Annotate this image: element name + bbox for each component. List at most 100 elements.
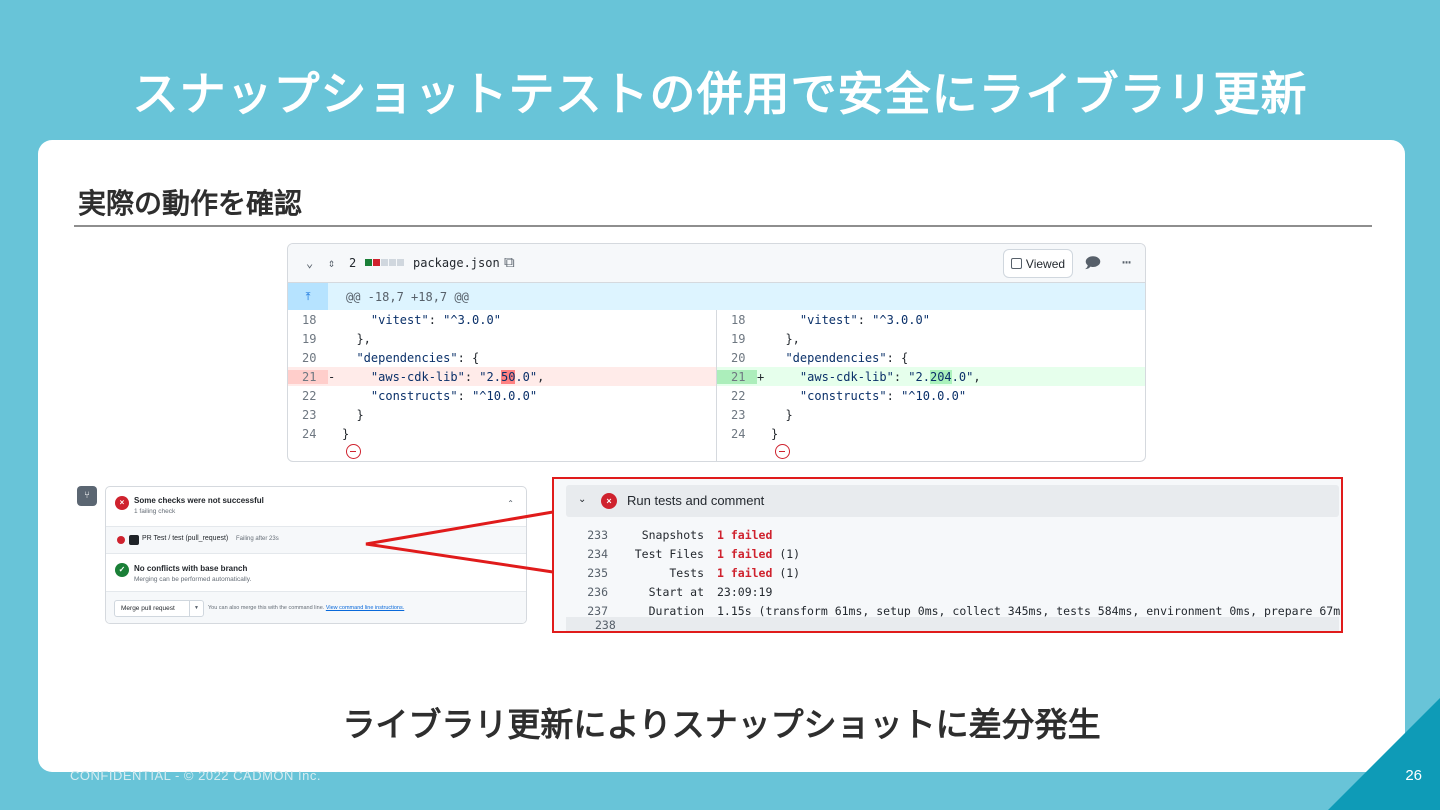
log-value: 1 failed (1)	[717, 566, 800, 580]
file-name[interactable]: package.json	[413, 256, 500, 270]
line-code: }	[771, 427, 778, 441]
log-detail: (1)	[772, 546, 801, 561]
branch-icon: ⑂	[77, 486, 97, 506]
run-step-title: Run tests and comment	[627, 493, 765, 508]
log-line: 234 Test Files 1 failed (1)	[566, 544, 1341, 563]
log-detail: (1)	[772, 565, 801, 580]
log-key: Tests	[669, 565, 704, 580]
code-punct: :	[893, 369, 909, 384]
diff-line: 19 },	[288, 329, 716, 348]
line-code: "aws-cdk-lib": "2.50.0",	[342, 369, 544, 384]
diff-line: 21 + "aws-cdk-lib": "2.204.0",	[717, 367, 1145, 386]
check-circle-icon: ✓	[115, 563, 129, 577]
log-key: Duration	[648, 603, 704, 618]
log-line: 236 Start at 23:09:19	[566, 582, 1341, 601]
merge-pull-request-button[interactable]: Merge pull request ▼	[114, 600, 204, 617]
code-prefix: }	[342, 426, 350, 441]
diff-sign: +	[757, 369, 765, 384]
run-step-header[interactable]: ⌄ × Run tests and comment	[566, 485, 1339, 517]
line-number: 19	[731, 331, 746, 346]
diff-sign: -	[328, 369, 336, 384]
checks-summary-sub: 1 failing check	[134, 508, 176, 515]
conflict-sub: Merging can be performed automatically.	[134, 576, 252, 583]
log-line-number: 238	[595, 618, 616, 632]
callout-pointer	[365, 510, 554, 574]
code-prefix: }	[771, 426, 779, 441]
line-number: 19	[302, 331, 317, 346]
line-code: "dependencies": {	[771, 351, 908, 365]
slide-title: スナップショットテストの併用で安全にライブラリ更新	[132, 67, 1308, 121]
expand-up-icon[interactable]: ⤒	[288, 283, 328, 310]
diff-line: 20 "dependencies": {	[288, 348, 716, 367]
hunk-header: ⤒ @@ -18,7 +18,7 @@	[288, 283, 1145, 310]
code-punct: :	[886, 388, 902, 403]
json-value: "^3.0.0"	[443, 312, 501, 327]
chevron-down-icon[interactable]: ⌄	[306, 256, 313, 270]
json-value: .0"	[515, 369, 538, 384]
line-number: 18	[731, 312, 746, 327]
log-line: 235 Tests 1 failed (1)	[566, 563, 1341, 582]
log-line: 233 Snapshots 1 failed	[566, 525, 1341, 544]
chevron-up-icon[interactable]: ⌃	[507, 499, 514, 508]
hunk-range: @@ -18,7 +18,7 @@	[346, 290, 469, 304]
log-value: 1.15s (transform 61ms, setup 0ms, collec…	[717, 604, 1341, 618]
diff-pane-left: 18 "vitest": "^3.0.0" 19 }, 20 "dependenci…	[288, 310, 716, 461]
checks-summary-title: Some checks were not successful	[134, 496, 264, 505]
line-code: "vitest": "^3.0.0"	[342, 313, 501, 327]
json-value: "2.	[908, 369, 930, 384]
expand-icon[interactable]: ⇕	[328, 256, 335, 270]
merge-note: You can also merge this with the command…	[208, 605, 404, 611]
code-prefix	[771, 389, 800, 403]
log-key: Snapshots	[641, 527, 704, 542]
json-value: "^3.0.0"	[872, 312, 930, 327]
log-line-number: 233	[587, 527, 608, 542]
log-line-number: 235	[587, 565, 608, 580]
code-prefix	[342, 313, 371, 327]
diff-line: 23 }	[717, 405, 1145, 424]
line-code: "constructs": "^10.0.0"	[342, 389, 537, 403]
code-prefix	[342, 351, 356, 365]
json-key: "constructs"	[370, 388, 458, 403]
line-number: 20	[302, 350, 317, 365]
merge-note-text: You can also merge this with the command…	[208, 605, 325, 611]
chevron-down-icon: ⌄	[578, 494, 587, 505]
x-circle-icon: ×	[601, 493, 617, 509]
copy-icon[interactable]: ⧉	[504, 253, 515, 271]
comment-icon[interactable]: 🗩	[1084, 253, 1101, 278]
line-number: 23	[731, 407, 746, 422]
log-line-number: 234	[587, 546, 608, 561]
json-key: "aws-cdk-lib"	[799, 369, 894, 384]
x-circle-icon	[117, 536, 125, 544]
code-punct: :	[464, 369, 480, 384]
line-number: 23	[302, 407, 317, 422]
log-detail: 23:09:19	[717, 584, 773, 599]
diff-line: 24}	[288, 424, 716, 443]
log-key: Start at	[648, 584, 704, 599]
line-code: },	[342, 332, 370, 346]
line-code: "dependencies": {	[342, 351, 479, 365]
code-prefix	[342, 389, 371, 403]
line-number: 21	[717, 369, 757, 384]
json-key: "vitest"	[370, 312, 429, 327]
more-icon[interactable]: ⋯	[1122, 253, 1131, 271]
json-key: "vitest"	[799, 312, 858, 327]
conflict-title: No conflicts with base branch	[134, 564, 248, 573]
corner-decoration	[1328, 698, 1440, 810]
caret-down-icon[interactable]: ▼	[189, 601, 203, 616]
line-code: }	[342, 408, 363, 422]
code-punct: : {	[886, 350, 909, 365]
viewed-label: Viewed	[1025, 256, 1066, 271]
changed-token: 204	[929, 369, 952, 384]
command-line-link[interactable]: View command line instructions.	[326, 605, 404, 611]
diff-line: 22 "constructs": "^10.0.0"	[717, 386, 1145, 405]
json-key: "aws-cdk-lib"	[370, 369, 465, 384]
code-punct: ,	[973, 369, 981, 384]
slide-caption: ライブラリ更新によりスナップショットに差分発生	[342, 705, 1101, 744]
failed-count: 1 failed	[717, 546, 773, 561]
minus-circle-icon	[775, 444, 790, 459]
log-line-number: 237	[587, 603, 608, 618]
section-divider	[74, 225, 1372, 227]
checkbox-icon	[1010, 258, 1022, 269]
change-count: 2	[349, 256, 357, 270]
viewed-checkbox[interactable]: Viewed	[1003, 249, 1073, 278]
